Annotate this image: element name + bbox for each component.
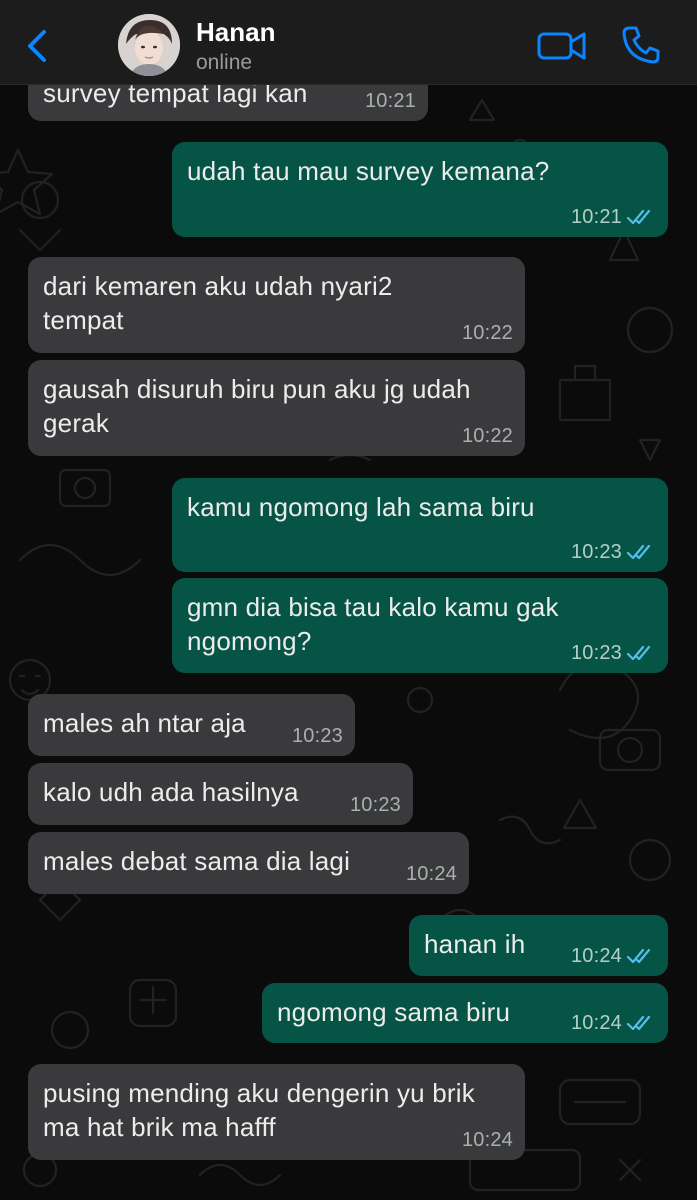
contact-photo <box>118 14 180 76</box>
message-time: 10:23 <box>291 725 343 747</box>
message-list[interactable]: survey tempat lagi kan 10:21 udah tau ma… <box>0 0 697 1200</box>
message-text: gmn dia bisa tau kalo kamu gak ngomong? <box>187 592 559 656</box>
message-meta: 10:24 <box>571 1012 656 1034</box>
message-time: 10:23 <box>349 794 401 816</box>
message-text: dari kemaren aku udah nyari2 tempat <box>43 271 393 335</box>
double-check-read-icon <box>626 209 651 225</box>
message-meta: 10:24 <box>406 863 457 885</box>
message-meta: 10:22 <box>462 322 513 344</box>
message-text: gausah disuruh biru pun aku jg udah gera… <box>43 374 471 438</box>
message-text: pusing mending aku dengerin yu brik ma h… <box>43 1078 475 1142</box>
video-camera-icon[interactable] <box>536 28 588 64</box>
message-text: udah tau mau survey kemana? <box>187 156 550 186</box>
message-meta: 10:23 <box>571 642 656 664</box>
message-text: kalo udh ada hasilnya <box>43 777 299 807</box>
message-meta: 10:23 <box>292 725 343 747</box>
chat-header: Hanan online <box>0 0 697 85</box>
message-meta: 10:24 <box>571 945 656 967</box>
message-time: 10:24 <box>461 1129 513 1151</box>
contact-name[interactable]: Hanan <box>196 17 275 48</box>
message-time: 10:24 <box>405 863 457 885</box>
message-bubble-incoming[interactable]: gausah disuruh biru pun aku jg udah gera… <box>28 360 525 456</box>
message-time: 10:22 <box>461 322 513 344</box>
message-bubble-incoming[interactable]: kalo udh ada hasilnya 10:23 <box>28 763 413 825</box>
message-bubble-incoming[interactable]: males debat sama dia lagi 10:24 <box>28 832 469 894</box>
message-bubble-outgoing[interactable]: udah tau mau survey kemana? 10:21 <box>172 142 668 237</box>
message-time: 10:23 <box>570 541 622 563</box>
message-bubble-outgoing[interactable]: ngomong sama biru 10:24 <box>262 983 668 1043</box>
message-time: 10:24 <box>570 945 622 967</box>
message-bubble-outgoing[interactable]: kamu ngomong lah sama biru 10:23 <box>172 478 668 572</box>
message-time: 10:22 <box>461 425 513 447</box>
chevron-left-icon[interactable] <box>22 26 52 66</box>
message-time: 10:21 <box>570 206 622 228</box>
message-time: 10:24 <box>570 1012 622 1034</box>
message-meta: 10:22 <box>462 425 513 447</box>
message-bubble-incoming[interactable]: males ah ntar aja 10:23 <box>28 694 355 756</box>
message-meta: 10:24 <box>462 1129 513 1151</box>
message-bubble-outgoing[interactable]: gmn dia bisa tau kalo kamu gak ngomong? … <box>172 578 668 673</box>
message-time: 10:21 <box>364 90 416 112</box>
message-bubble-incoming[interactable]: dari kemaren aku udah nyari2 tempat 10:2… <box>28 257 525 353</box>
contact-status: online <box>196 51 253 74</box>
message-bubble-outgoing[interactable]: hanan ih 10:24 <box>409 915 668 976</box>
message-time: 10:23 <box>570 642 622 664</box>
avatar[interactable] <box>118 14 180 76</box>
double-check-read-icon <box>626 948 651 964</box>
message-meta: 10:23 <box>350 794 401 816</box>
double-check-read-icon <box>626 645 651 661</box>
double-check-read-icon <box>626 544 651 560</box>
message-bubble-incoming[interactable]: pusing mending aku dengerin yu brik ma h… <box>28 1064 525 1160</box>
phone-icon[interactable] <box>620 24 662 66</box>
message-meta: 10:21 <box>365 90 416 112</box>
message-text: kamu ngomong lah sama biru <box>187 492 535 522</box>
message-text: males debat sama dia lagi <box>43 846 351 876</box>
message-meta: 10:21 <box>571 206 656 228</box>
double-check-read-icon <box>626 1015 651 1031</box>
message-meta: 10:23 <box>571 541 656 563</box>
